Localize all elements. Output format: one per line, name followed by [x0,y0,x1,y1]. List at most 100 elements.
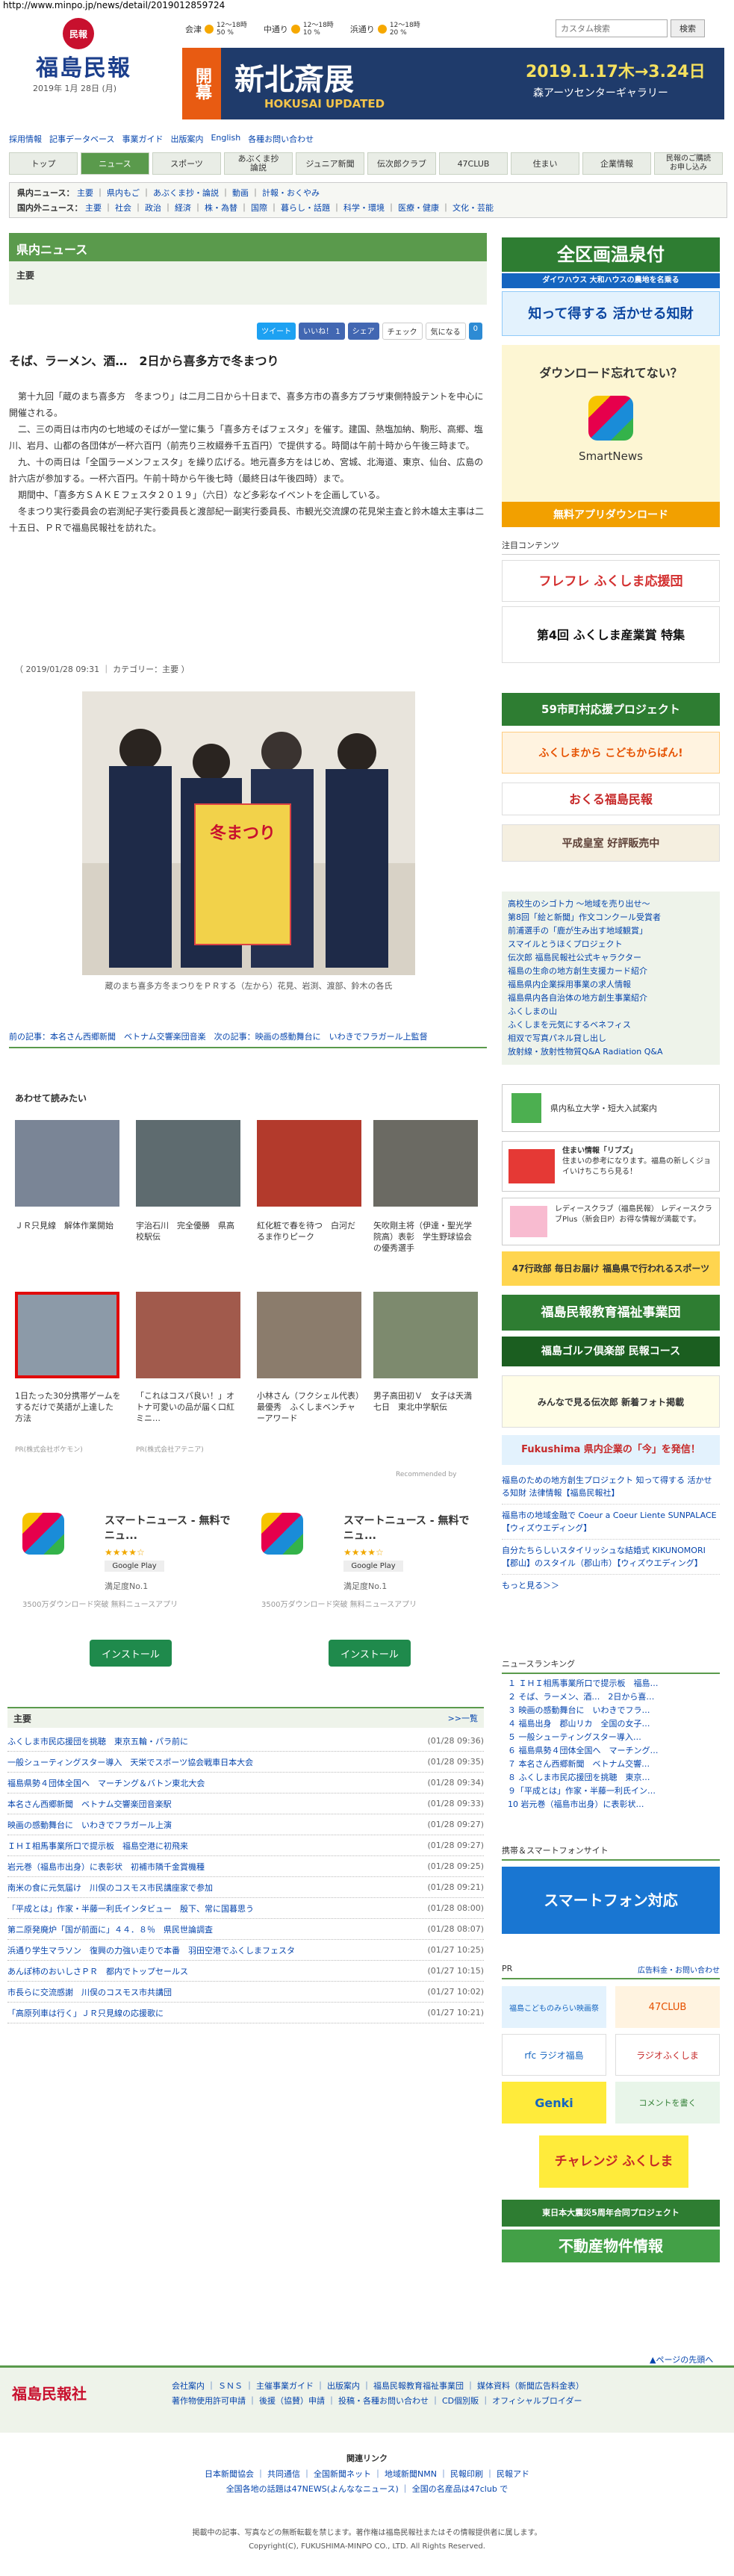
footer-links-row[interactable]: 著作物使用許可申請 ｜ 後援（協賛）申請 ｜ 投稿・各種お問い合わせ ｜ CD個… [172,2394,724,2409]
campaign-banner[interactable]: ふくしまから こどもからばん! [502,732,720,774]
major-news-link[interactable]: 浜通り学生マラソン 復興の力強い走りで本番 羽田空港でふくしまフェスタ [7,1944,295,1956]
major-news-row[interactable]: 南米の食に元気届け 川俣のコスモス市民講座家で参加 (01/28 09:21) [7,1877,484,1898]
major-news-link[interactable]: あんぽ柿のおいしさＰＲ 都内でトップセールス [7,1965,188,1977]
text-ad[interactable]: 福島市の地域金融で Coeur a Coeur Liente SUNPALACE… [502,1505,720,1540]
major-news-link[interactable]: 福島県勢４団体全国へ マーチング＆バトン東北大会 [7,1777,205,1789]
ranking-item[interactable]: ２ そば、ラーメン、酒… 2日から喜… [508,1690,717,1704]
text-ad[interactable]: 自分たちらしいスタイリッシュな結婚式 KIKUNOMORI【郡山】のスタイル（郡… [502,1540,720,1575]
like-button[interactable]: いいね！ 1 [299,323,345,340]
major-news-row[interactable]: 映画の感動舞台に いわきでフラガール上演 (01/28 09:27) [7,1814,484,1835]
pr-banner[interactable]: rfc ラジオ福島 [502,2034,606,2076]
ranking-item[interactable]: ６ 福島県勢４団体全国へ マーチング… [508,1744,717,1758]
related-thumb[interactable] [136,1292,240,1378]
major-news-row[interactable]: 市長らに交流感謝 川俣のコスモス市共講団 (01/27 10:02) [7,1982,484,2003]
util-link[interactable]: 採用情報 [9,133,42,145]
ranking-item[interactable]: ５ 一般シューティングスター導入… [508,1731,717,1744]
ranking-item[interactable]: ３ 映画の感動舞台に いわきでフラ… [508,1704,717,1717]
pr-banner[interactable]: 福島こどものみらい映画祭 [502,1986,606,2028]
major-news-link[interactable]: 本名さん西郷新聞 ベトナム交響楽団音楽駅 [7,1798,172,1810]
major-news-row[interactable]: ＩＨＩ相馬事業所口で提示板 福島空港に初飛来 (01/28 09:27) [7,1835,484,1856]
major-news-row[interactable]: 「平成とは」作家・半藤一利氏インタビュー 殷下、常に国暮思う (01/28 08:… [7,1898,484,1919]
fukushima-box-banner[interactable]: Fukushima 県内企業の「今」を発信！ [502,1435,720,1465]
ranking-item[interactable]: ８ ふくしま市民応援団を挑聴 東京… [508,1771,717,1785]
smartnews-download-button[interactable]: 無料アプリダウンロード [502,502,720,527]
related-caption[interactable]: 男子高田初Ｖ 女子は天満七日 東北中学駅伝 [373,1390,479,1413]
site-logo[interactable]: 民報 福島民報 [9,16,158,81]
attention-item[interactable]: ふくしまを元気にするベネフィス [508,1018,714,1032]
attention-item[interactable]: 高校生のシゴト力 〜地域を売り出せ〜 [508,897,714,911]
smartnews-ad[interactable]: ダウンロード忘れてない？ SmartNews 無料アプリダウンロード [502,345,720,527]
golf-banner[interactable]: 福島ゴルフ倶楽部 民報コース [502,1337,720,1366]
related-thumb[interactable] [257,1120,361,1207]
major-news-link[interactable]: 岩元巻（福島市出身）に表彰状 初補市隣千金賞機種 [7,1861,205,1873]
tab-denjiro[interactable]: 伝次郎クラブ [367,152,436,175]
daiwa-banner[interactable]: ダイワハウス 大和ハウスの農地を名乗る [502,273,720,288]
next-article-link[interactable]: 次の記事：映画の感動舞台に いわきでフラガール上監督 [214,1032,428,1042]
util-link[interactable]: 記事データベース [49,133,114,145]
major-news-row[interactable]: 岩元巻（福島市出身）に表彰状 初補市隣千金賞機種 (01/28 09:25) [7,1856,484,1877]
attention-item[interactable]: 福島県内企業採用事業の求人情報 [508,978,714,992]
pr-link[interactable]: 広告料金・お問い合わせ [638,1964,720,1975]
app-ad[interactable]: スマートニュース - 無料でニュ... ★★★★☆ Google Play 満足… [254,1505,478,1684]
ranking-item[interactable]: ７ 本名さん西郷新聞 ベトナム交響… [508,1758,717,1771]
hatena-check-button[interactable]: チェック [382,323,423,340]
related-thumb[interactable] [136,1120,240,1207]
search-input[interactable] [556,19,668,37]
attention-item[interactable]: 相双で写真パネル貸し出し [508,1032,714,1045]
heisei-banner[interactable]: 平成皇室 好評販売中 [502,824,720,862]
univ-box[interactable]: 県内私立大学・短大入試案内 [502,1084,720,1132]
major-news-link[interactable]: ふくしま市民応援団を挑聴 東京五輪・パラ前に [7,1735,188,1747]
denjiro-banner[interactable]: みんなで見る伝次郎 新着フォト掲載 [502,1375,720,1428]
util-link[interactable]: English [211,133,240,145]
search-button[interactable]: 検索 [671,19,705,37]
major-news-row[interactable]: あんぽ柿のおいしさＰＲ 都内でトップセールス (01/27 10:15) [7,1961,484,1982]
major-news-row[interactable]: 第二原発廃炉「国が前面に」４４．８％ 県民世論調査 (01/28 08:07) [7,1919,484,1940]
challenge-banner[interactable]: チャレンジ ふくしま [539,2135,688,2188]
major-news-row[interactable]: 一般シューティングスター導入 天栄でスポーツ協会戦車日本大会 (01/28 09:… [7,1752,484,1773]
ranking-item[interactable]: ４ 福島出身 郡山リカ 全国の女子… [508,1717,717,1731]
util-link[interactable]: 各種お問い合わせ [248,133,314,145]
related-links-row[interactable]: 日本新聞協会 ｜ 共同通信 ｜ 全国新聞ネット ｜ 地域新聞NMN ｜ 民報印刷… [0,2467,734,2482]
attention-item[interactable]: 前浦選手の「鹿が生み出す地域観賞」 [508,924,714,938]
tab-47club[interactable]: 47CLUB [439,152,508,175]
related-thumb[interactable] [373,1120,478,1207]
youtube-banner[interactable]: おくる福島民報 [502,783,720,815]
sumai-box[interactable]: 住まい情報「リブズ」 住まいの参考になります。福島の新しくジョイいけちこちら見る… [502,1141,720,1192]
tweet-button[interactable]: ツイート [257,323,296,340]
related-caption[interactable]: 小林さん（フクシェル代表）最優秀 ふくしまベンチャーアワード [257,1390,363,1424]
smartphone-banner[interactable]: スマートフォン対応 [502,1867,720,1934]
top-banner-ad[interactable]: 開幕 新北斎展 HOKUSAI UPDATED 2019.1.17木→3.24日… [182,48,724,119]
major-news-link[interactable]: ＩＨＩ相馬事業所口で提示板 福島空港に初飛来 [7,1840,188,1852]
text-ad[interactable]: 福島のための地方創生プロジェクト 知って得する 活かせる知財 法律情報【福島民報… [502,1469,720,1505]
related-thumb[interactable] [15,1292,119,1378]
attention-item[interactable]: 福島県内各自治体の地方創生事業紹介 [508,992,714,1005]
tab-news[interactable]: ニュース [81,152,149,175]
tab-subscribe[interactable]: 民報のご購読 お申し込み [654,152,723,175]
footer-links-row[interactable]: 会社案内 ｜ ＳＮＳ ｜ 主催事業ガイド ｜ 出版案内 ｜ 福島民報教育福祉事業… [172,2379,724,2394]
major-news-link[interactable]: 一般シューティングスター導入 天栄でスポーツ協会戦車日本大会 [7,1756,253,1768]
pr-banner[interactable]: コメントを書く [615,2082,720,2124]
related-links-row[interactable]: 全国各地の話題は47NEWS(よんななニュース) ｜ 全国の名産品は47club… [0,2482,734,2497]
pr-banner[interactable]: ラジオふくしま [615,2034,720,2076]
install-button[interactable]: インストール [329,1640,411,1667]
major-news-row[interactable]: 浜通り学生マラソン 復興の力強い走りで本番 羽田空港でふくしまフェスタ (01/2… [7,1940,484,1961]
attention-item[interactable]: 伝次郎 福島民報社公式キャラクター [508,951,714,965]
major-news-row[interactable]: ふくしま市民応援団を挑聴 東京五輪・パラ前に (01/28 09:36) [7,1731,484,1752]
major-news-link[interactable]: 「平成とは」作家・半藤一利氏インタビュー 殷下、常に国暮思う [7,1903,254,1914]
pr-banner[interactable]: 47CLUB [615,1986,720,2028]
related-caption[interactable]: 矢吹剛主将（伊達・聖光学院高）表彰 学生野球協会の優秀選手 [373,1220,479,1254]
pocket-button[interactable]: 気になる [425,323,466,340]
sangyo-banner[interactable]: 第4回 ふくしま産業賞 特集 [502,606,720,663]
related-thumb[interactable] [373,1292,478,1378]
tab-abukuma[interactable]: あぶくま抄 論説 [224,152,293,175]
more-ads-link[interactable]: もっと見る＞＞ [502,1575,720,1596]
util-link[interactable]: 事業ガイド [122,133,163,145]
related-caption[interactable]: 「これはコスパ良い！」オトナ可愛いの品が届く口紅ミニ… [136,1390,242,1424]
major-news-link[interactable]: 第二原発廃炉「国が前面に」４４．８％ 県民世論調査 [7,1923,213,1935]
app-ad[interactable]: スマートニュース - 無料でニュ... ★★★★☆ Google Play 満足… [15,1505,239,1684]
tab-company[interactable]: 企業情報 [582,152,651,175]
related-caption[interactable]: 紅化粧で春を待つ 白河だるま作りピーク [257,1220,363,1242]
util-link[interactable]: 出版案内 [170,133,203,145]
major-news-row[interactable]: 本名さん西郷新聞 ベトナム交響楽団音楽駅 (01/28 09:33) [7,1793,484,1814]
project-banner[interactable]: 東日本大震災5周年合同プロジェクト [502,2200,720,2227]
